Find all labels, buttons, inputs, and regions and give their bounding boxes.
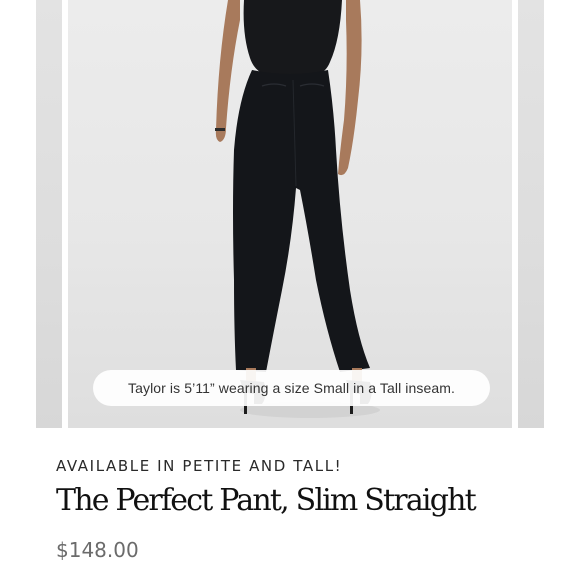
right-arm: [338, 0, 362, 176]
availability-note: AVAILABLE IN PETITE AND TALL!: [56, 457, 343, 475]
previous-image-slide[interactable]: [36, 0, 62, 428]
product-image[interactable]: [68, 0, 512, 428]
left-arm: [215, 0, 240, 142]
product-price: $148.00: [56, 538, 139, 562]
model-photo: [215, 0, 380, 418]
product-info-panel: AVAILABLE IN PETITE AND TALL! The Perfec…: [36, 428, 544, 580]
product-page: Taylor is 5’11” wearing a size Small in …: [0, 0, 580, 580]
image-caption: Taylor is 5’11” wearing a size Small in …: [93, 370, 490, 406]
product-image-carousel[interactable]: Taylor is 5’11” wearing a size Small in …: [0, 0, 580, 428]
bracelet: [215, 128, 225, 131]
next-image-slide[interactable]: [518, 0, 544, 428]
product-title: The Perfect Pant, Slim Straight: [56, 483, 477, 518]
bodysuit: [243, 0, 342, 74]
